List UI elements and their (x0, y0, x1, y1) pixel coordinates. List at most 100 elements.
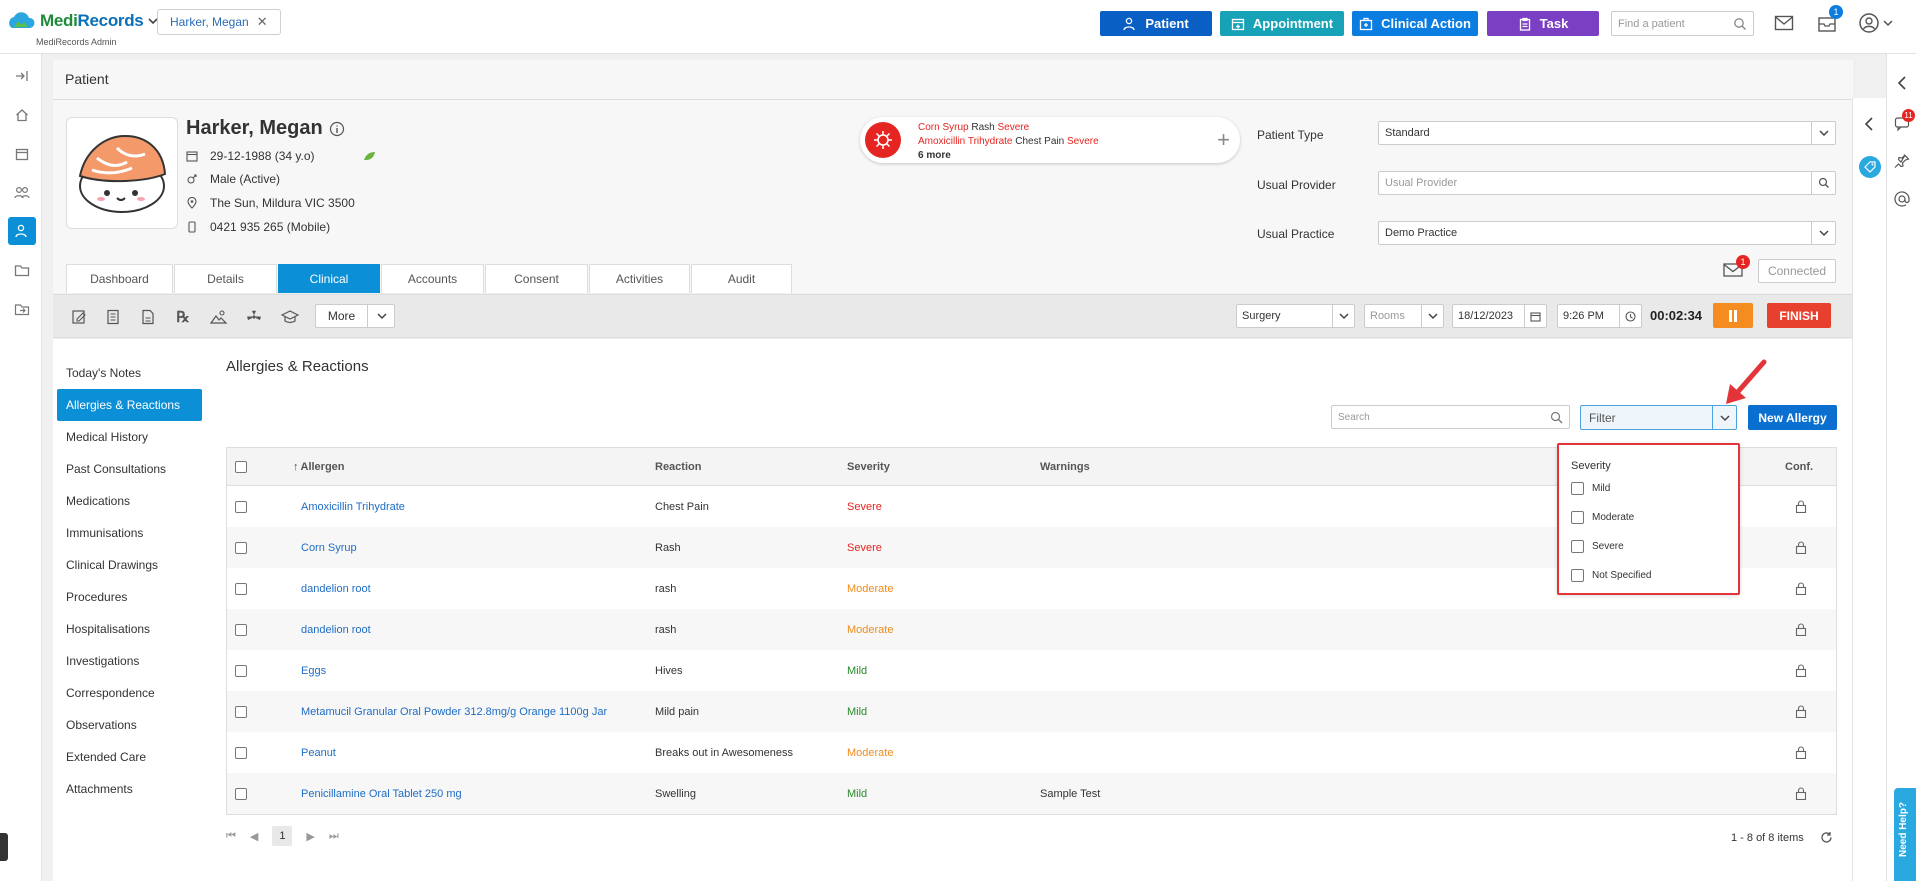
rooms-select[interactable]: Rooms (1364, 304, 1444, 328)
allergy-search-input[interactable]: Search (1331, 405, 1570, 429)
allergy-summary-card[interactable]: Corn Syrup Rash Severe Amoxicillin Trihy… (860, 117, 1240, 163)
row-checkbox[interactable] (235, 732, 247, 773)
chevron-left-icon[interactable] (1863, 116, 1875, 132)
header-severity[interactable]: Severity (847, 448, 890, 485)
patient-avatar[interactable] (66, 117, 178, 229)
refresh-icon[interactable] (1820, 831, 1833, 844)
allergen-link[interactable]: Amoxicillin Trihydrate (301, 486, 405, 527)
lock-icon[interactable] (1795, 732, 1807, 773)
row-checkbox[interactable] (235, 773, 247, 814)
tag-icon[interactable] (1859, 156, 1881, 178)
rail-folder-transfer[interactable] (8, 295, 36, 323)
header-warnings[interactable]: Warnings (1040, 448, 1090, 485)
tab-dashboard[interactable]: Dashboard (66, 264, 173, 293)
lock-icon[interactable] (1795, 568, 1807, 609)
close-icon[interactable]: ✕ (257, 14, 268, 30)
row-checkbox[interactable] (235, 691, 247, 732)
row-checkbox[interactable] (235, 568, 247, 609)
select-all-checkbox[interactable] (235, 448, 247, 485)
prev-page-icon[interactable]: ◀ (250, 830, 258, 843)
at-mention-icon[interactable] (1894, 191, 1910, 207)
usual-practice-select[interactable]: Demo Practice (1378, 221, 1836, 245)
nav-extended-care[interactable]: Extended Care (57, 741, 202, 773)
tab-accounts[interactable]: Accounts (381, 264, 484, 293)
chevron-left-icon[interactable] (1896, 75, 1908, 91)
lock-icon[interactable] (1795, 486, 1807, 527)
row-checkbox[interactable] (235, 527, 247, 568)
nav-past-consultations[interactable]: Past Consultations (57, 453, 202, 485)
filter-option-not-specified[interactable]: Not Specified (1571, 569, 1651, 582)
user-account-icon[interactable] (1858, 12, 1880, 34)
filter-option-mild[interactable]: Mild (1571, 482, 1610, 495)
filter-option-severe[interactable]: Severe (1571, 540, 1624, 553)
find-patient-input[interactable]: Find a patient (1611, 11, 1754, 36)
rail-folder[interactable] (8, 256, 36, 284)
allergen-link[interactable]: Metamucil Granular Oral Powder 312.8mg/g… (301, 691, 607, 732)
calendar-icon[interactable] (1524, 305, 1546, 327)
lock-icon[interactable] (1795, 650, 1807, 691)
search-icon[interactable] (1550, 411, 1563, 424)
severity-filter-select[interactable]: Filter (1580, 405, 1737, 430)
filter-option-moderate[interactable]: Moderate (1571, 511, 1634, 524)
rail-collapse[interactable] (8, 62, 36, 90)
task-button[interactable]: Task (1487, 11, 1599, 36)
allergen-link[interactable]: Peanut (301, 732, 336, 773)
allergen-link[interactable]: Eggs (301, 650, 326, 691)
tab-details[interactable]: Details (174, 264, 277, 293)
chevron-down-icon[interactable] (1883, 18, 1893, 28)
nav-investigations[interactable]: Investigations (57, 645, 202, 677)
surgery-select[interactable]: Surgery (1236, 304, 1355, 328)
clock-icon[interactable] (1619, 305, 1641, 327)
rail-patient[interactable] (8, 217, 36, 245)
nav-clinical-drawings[interactable]: Clinical Drawings (57, 549, 202, 581)
bottom-left-tab[interactable] (0, 833, 8, 861)
search-icon[interactable] (1733, 17, 1747, 31)
table-row[interactable]: Metamucil Granular Oral Powder 312.8mg/g… (227, 691, 1836, 732)
more-menu-button[interactable]: More (315, 304, 395, 328)
finish-button[interactable]: FINISH (1767, 303, 1831, 328)
appointment-button[interactable]: Appointment (1220, 11, 1344, 36)
rail-home[interactable] (8, 101, 36, 129)
education-cap-icon[interactable] (280, 307, 300, 327)
nav-observations[interactable]: Observations (57, 709, 202, 741)
chevron-down-icon[interactable] (1421, 305, 1443, 327)
first-page-icon[interactable]: ⏮ (226, 830, 236, 843)
date-picker[interactable]: 18/12/2023 (1452, 304, 1547, 328)
last-page-icon[interactable]: ⏭ (329, 830, 339, 843)
lock-icon[interactable] (1795, 773, 1807, 814)
need-help-tab[interactable]: Need Help? (1894, 788, 1916, 881)
open-patient-chip[interactable]: Harker, Megan ✕ (157, 9, 281, 35)
header-conf[interactable]: Conf. (1785, 448, 1813, 485)
row-checkbox[interactable] (235, 650, 247, 691)
allergen-link[interactable]: Penicillamine Oral Tablet 250 mg (301, 773, 462, 814)
nav-hospitalisations[interactable]: Hospitalisations (57, 613, 202, 645)
checkbox[interactable] (1571, 482, 1584, 495)
allergen-link[interactable]: dandelion root (301, 568, 371, 609)
row-checkbox[interactable] (235, 609, 247, 650)
table-row[interactable]: Eggs Hives Mild (227, 650, 1836, 691)
lock-icon[interactable] (1795, 691, 1807, 732)
pause-button[interactable] (1713, 303, 1753, 328)
chevron-down-icon[interactable] (1811, 222, 1835, 244)
allergy-more[interactable]: 6 more (918, 150, 951, 161)
document-icon[interactable] (138, 307, 158, 327)
page-number[interactable]: 1 (272, 826, 293, 846)
connection-status-button[interactable]: Connected (1758, 259, 1836, 283)
header-reaction[interactable]: Reaction (655, 448, 701, 485)
checkbox[interactable] (1571, 569, 1584, 582)
info-icon[interactable] (329, 121, 345, 137)
chevron-down-icon[interactable] (1811, 122, 1835, 144)
allergen-link[interactable]: dandelion root (301, 609, 371, 650)
app-logo[interactable]: MediRecords (6, 10, 159, 32)
checkbox[interactable] (1571, 511, 1584, 524)
nav-medical-history[interactable]: Medical History (57, 421, 202, 453)
usual-provider-input[interactable]: Usual Provider (1378, 171, 1836, 195)
chevron-down-icon[interactable] (1332, 305, 1354, 327)
nav-immunisations[interactable]: Immunisations (57, 517, 202, 549)
nav-correspondence[interactable]: Correspondence (57, 677, 202, 709)
xray-icon[interactable] (209, 307, 229, 327)
radiation-icon[interactable] (244, 307, 264, 327)
nav-allergies-reactions[interactable]: Allergies & Reactions (57, 389, 202, 421)
rail-users[interactable] (8, 179, 36, 207)
clinical-action-button[interactable]: Clinical Action (1352, 11, 1478, 36)
